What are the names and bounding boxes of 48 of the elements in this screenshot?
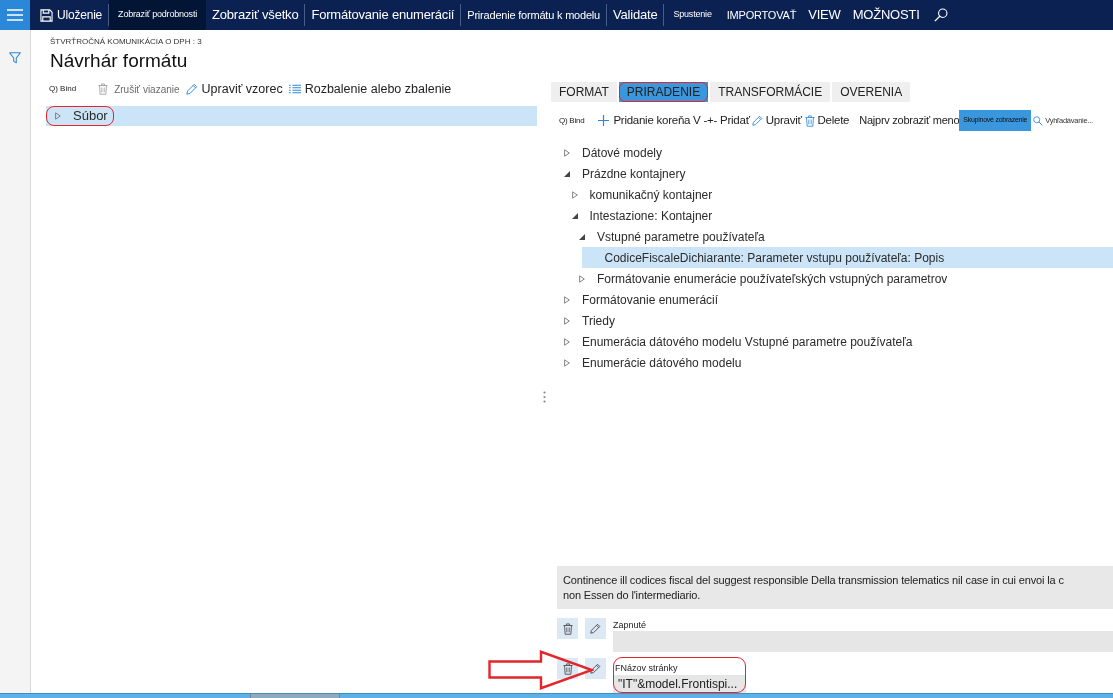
- trash-icon: [98, 83, 109, 95]
- caret-right-icon[interactable]: [564, 295, 570, 304]
- caret-down-icon[interactable]: [579, 233, 585, 240]
- list-icon: [288, 84, 301, 94]
- plus-icon: [598, 115, 610, 126]
- field-label: Zapnuté: [613, 619, 647, 631]
- save-icon: [40, 8, 53, 22]
- caret-right-icon[interactable]: [564, 337, 570, 346]
- caret-right-icon[interactable]: [55, 112, 61, 120]
- toolbar-button[interactable]: Zobraziť podrobnosti: [109, 0, 206, 30]
- caret-down-icon[interactable]: [571, 212, 578, 219]
- delete-button[interactable]: [557, 618, 578, 639]
- toolbar-button[interactable]: Rozbalenie alebo zbalenie: [288, 79, 452, 99]
- caret-right-icon[interactable]: [564, 148, 570, 157]
- menu-button[interactable]: [0, 0, 30, 30]
- pencil-icon: [185, 83, 198, 95]
- tab[interactable]: OVERENIA: [832, 82, 911, 102]
- edit-button[interactable]: [585, 658, 606, 679]
- search-icon: [1033, 115, 1044, 126]
- trash-icon: [562, 622, 573, 635]
- toolbar-button[interactable]: Q) Bind: [49, 83, 77, 95]
- tree-item[interactable]: Súbor: [46, 106, 537, 126]
- caret-down-icon[interactable]: [564, 170, 570, 177]
- edit-button[interactable]: [585, 618, 606, 639]
- search-icon: [933, 8, 948, 22]
- pencil-icon: [590, 623, 601, 634]
- tab[interactable]: FORMAT: [551, 82, 617, 102]
- caret-right-icon[interactable]: [564, 316, 570, 325]
- tab[interactable]: PRIRADENIE: [618, 82, 709, 102]
- breadcrumb-text: ŠTVRŤROČNÁ KOMUNIKÁCIA O DPH : 3: [50, 37, 202, 47]
- tree-item[interactable]: CodiceFiscaleDichiarante: Parameter vstupu používateľa: Popis: [581, 247, 1113, 268]
- input-field[interactable]: "IT"&model.Frontispi...: [613, 675, 746, 693]
- caret-right-icon[interactable]: [571, 190, 578, 199]
- filter-icon[interactable]: [9, 52, 21, 64]
- menu-icon: [7, 9, 23, 21]
- trash-icon: [562, 662, 573, 675]
- caret-right-icon[interactable]: [564, 358, 570, 367]
- field-label: FNázov stránky: [615, 662, 678, 674]
- pencil-icon: [751, 115, 763, 126]
- input-field[interactable]: [613, 631, 1113, 652]
- toolbar-button[interactable]: Upraviť vzorec: [185, 79, 283, 99]
- trash-icon: [804, 114, 815, 127]
- page-title: Návrhár formátu: [50, 49, 188, 73]
- description-text: Continence ill codices fiscal del suggest responsible Della transmission telematics nil case in cui envoi la c non Essen do l'intermediario.: [557, 566, 1113, 609]
- tab[interactable]: TRANSFORMÁCIE: [710, 82, 831, 102]
- pencil-icon: [590, 663, 601, 674]
- splitter-handle-icon[interactable]: [542, 390, 546, 403]
- caret-right-icon[interactable]: [579, 274, 585, 283]
